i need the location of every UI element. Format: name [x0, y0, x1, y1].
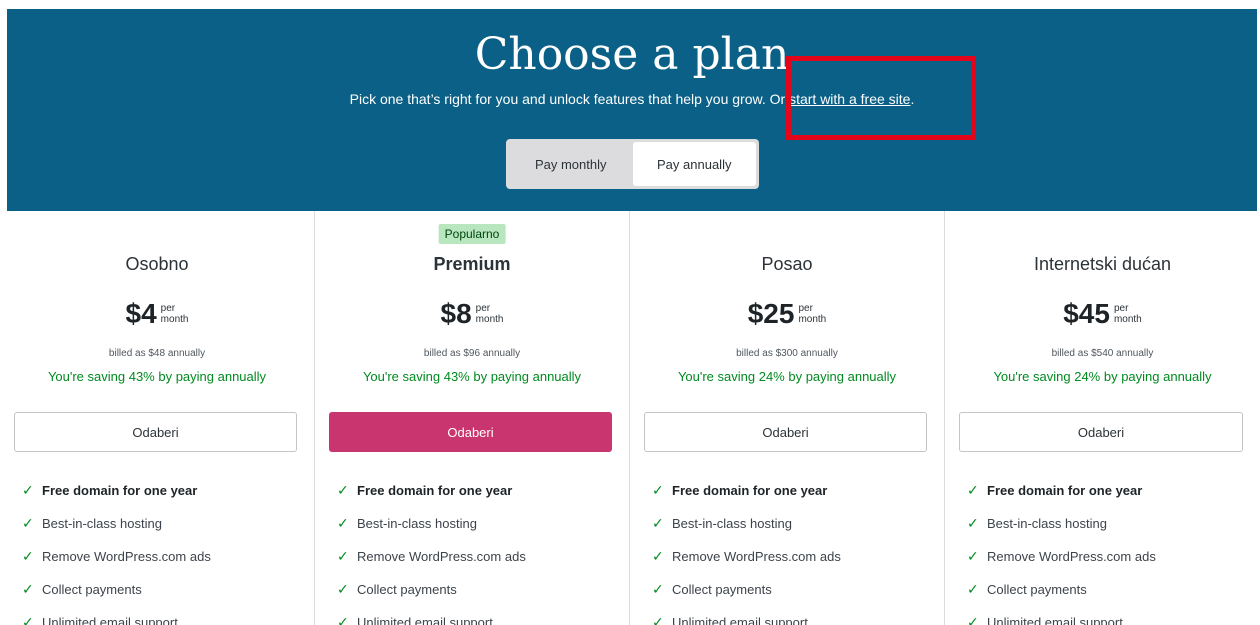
- feature-list: ✓ Free domain for one year ✓ Best-in-class…: [967, 474, 1156, 625]
- feature-item: ✓ Remove WordPress.com ads: [652, 548, 841, 564]
- plan-name: Osobno: [125, 254, 189, 274]
- page-subtitle: Pick one that’s right for you and unlock…: [7, 91, 1257, 107]
- price-amount: $4: [125, 298, 157, 329]
- plan-price: $25 per month: [630, 299, 944, 329]
- plan-card-posao: Posao $25 per month billed as $300 annual…: [630, 211, 945, 625]
- check-icon: ✓: [337, 548, 349, 564]
- check-icon: ✓: [652, 581, 664, 597]
- check-icon: ✓: [967, 581, 979, 597]
- plan-name: Internetski dućan: [1033, 254, 1172, 274]
- feature-item: ✓ Unlimited email support: [22, 606, 211, 625]
- billed-text: billed as $300 annually: [736, 348, 838, 359]
- price-period: per month: [160, 303, 189, 325]
- feature-item: ✓ Best-in-class hosting: [652, 515, 792, 531]
- plan-name: Premium: [433, 254, 511, 274]
- select-plan-button[interactable]: Odaberi: [329, 412, 612, 452]
- check-icon: ✓: [337, 614, 349, 625]
- plan-card-premium: Popularno Premium $8 per month billed as …: [315, 211, 630, 625]
- pay-annually-button[interactable]: Pay annually: [632, 142, 756, 186]
- check-icon: ✓: [22, 548, 34, 564]
- feature-item: ✓ Unlimited email support: [967, 606, 1156, 625]
- feature-item: ✓ Collect payments: [22, 581, 142, 597]
- feature-list: ✓ Free domain for one year ✓ Best-in-class…: [337, 474, 526, 625]
- feature-item: ✓ Free domain for one year: [22, 482, 198, 498]
- check-icon: ✓: [22, 482, 34, 498]
- check-icon: ✓: [337, 581, 349, 597]
- check-icon: ✓: [652, 614, 664, 625]
- billed-text: billed as $96 annually: [423, 348, 521, 359]
- check-icon: ✓: [652, 548, 664, 564]
- check-icon: ✓: [22, 614, 34, 625]
- page-title: Choose a plan: [474, 29, 790, 80]
- price-amount: $25: [747, 298, 795, 329]
- billing-toggle: Pay monthly Pay annually: [506, 139, 759, 189]
- subtitle-text: Pick one that’s right for you and unlock…: [349, 91, 766, 107]
- price-amount: $45: [1063, 298, 1110, 329]
- plans-header: Choose a plan Pick one that’s right for …: [7, 9, 1257, 211]
- check-icon: ✓: [967, 614, 979, 625]
- billed-text: billed as $540 annually: [1051, 348, 1154, 359]
- select-plan-button[interactable]: Odaberi: [14, 412, 297, 452]
- feature-item: ✓ Best-in-class hosting: [967, 515, 1107, 531]
- plan-price: $45 per month: [945, 299, 1260, 329]
- highlight-annotation-box: [786, 56, 976, 140]
- price-period: per month: [475, 303, 504, 325]
- plan-price: $4 per month: [0, 299, 314, 329]
- feature-item: ✓ Free domain for one year: [967, 482, 1143, 498]
- saving-text: You're saving 43% by paying annually: [47, 369, 267, 384]
- select-plan-button[interactable]: Odaberi: [959, 412, 1243, 452]
- check-icon: ✓: [967, 515, 979, 531]
- select-plan-button[interactable]: Odaberi: [644, 412, 927, 452]
- check-icon: ✓: [652, 482, 664, 498]
- price-amount: $8: [440, 298, 472, 329]
- check-icon: ✓: [22, 515, 34, 531]
- feature-list: ✓ Free domain for one year ✓ Best-in-class…: [652, 474, 841, 625]
- feature-item: ✓ Best-in-class hosting: [22, 515, 162, 531]
- feature-item: ✓ Unlimited email support: [652, 606, 841, 625]
- popular-badge: Popularno: [438, 224, 506, 244]
- billed-text: billed as $48 annually: [108, 348, 206, 359]
- check-icon: ✓: [337, 515, 349, 531]
- feature-item: ✓ Best-in-class hosting: [337, 515, 477, 531]
- plans-grid: Osobno $4 per month billed as $48 annuall…: [0, 211, 1260, 625]
- plan-price: $8 per month: [315, 299, 629, 329]
- check-icon: ✓: [652, 515, 664, 531]
- saving-text: You're saving 43% by paying annually: [362, 369, 582, 384]
- feature-item: ✓ Remove WordPress.com ads: [22, 548, 211, 564]
- check-icon: ✓: [967, 548, 979, 564]
- pay-monthly-button[interactable]: Pay monthly: [509, 142, 633, 186]
- feature-item: ✓ Unlimited email support: [337, 606, 526, 625]
- check-icon: ✓: [967, 482, 979, 498]
- check-icon: ✓: [337, 482, 349, 498]
- plan-card-internetski-ducan: Internetski dućan $45 per month billed as…: [945, 211, 1260, 625]
- feature-item: ✓ Remove WordPress.com ads: [967, 548, 1156, 564]
- saving-text: You're saving 24% by paying annually: [993, 369, 1212, 384]
- feature-list: ✓ Free domain for one year ✓ Best-in-class…: [22, 474, 211, 625]
- price-period: per month: [1113, 303, 1142, 325]
- feature-item: ✓ Collect payments: [652, 581, 772, 597]
- feature-item: ✓ Free domain for one year: [337, 482, 513, 498]
- price-period: per month: [798, 303, 827, 325]
- feature-item: ✓ Collect payments: [337, 581, 457, 597]
- plan-card-osobno: Osobno $4 per month billed as $48 annuall…: [0, 211, 315, 625]
- feature-item: ✓ Remove WordPress.com ads: [337, 548, 526, 564]
- check-icon: ✓: [22, 581, 34, 597]
- saving-text: You're saving 24% by paying annually: [677, 369, 897, 384]
- feature-item: ✓ Free domain for one year: [652, 482, 828, 498]
- plan-name: Posao: [761, 254, 813, 274]
- feature-item: ✓ Collect payments: [967, 581, 1087, 597]
